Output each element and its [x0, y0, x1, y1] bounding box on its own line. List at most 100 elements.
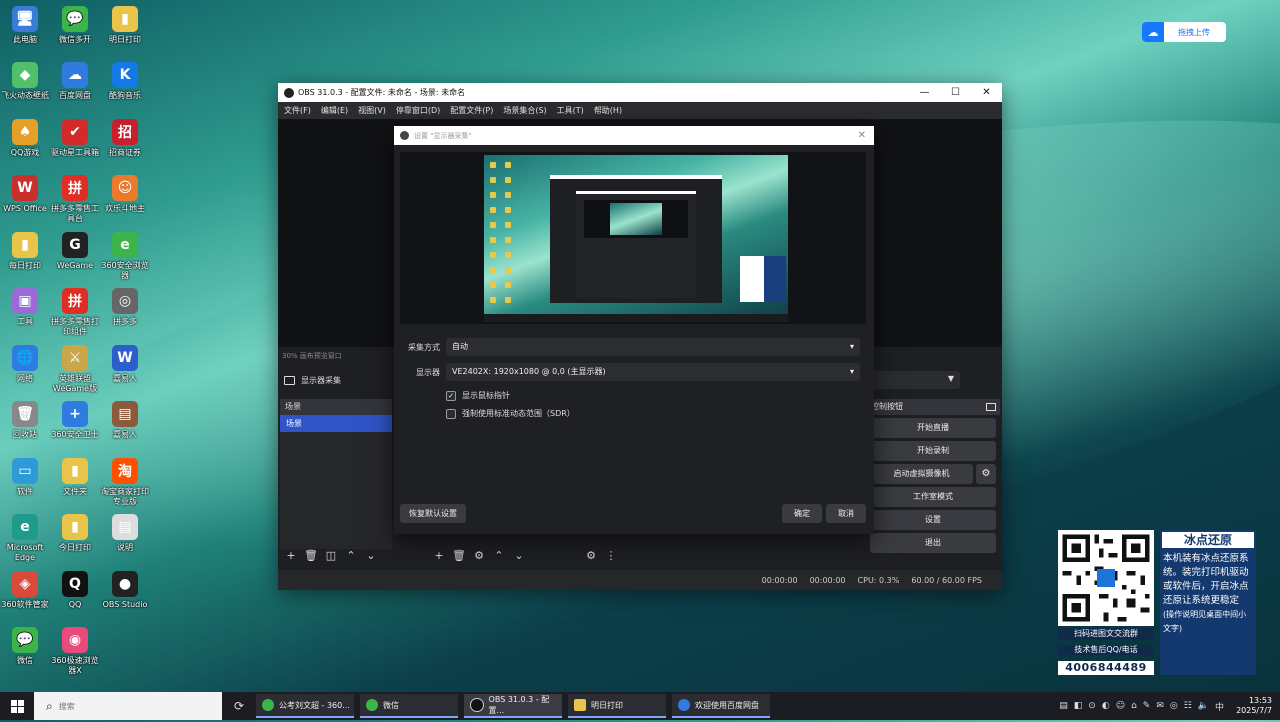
taskbar-app-print[interactable]: 明日打印 [568, 694, 666, 718]
desktop-icon[interactable]: ◉ 360极速浏览器X [48, 627, 102, 676]
taskbar-app-browser[interactable]: 公考刘文超 - 360... [256, 694, 354, 718]
desktop-icon[interactable]: ▮ 文件夹 [48, 458, 102, 497]
close-button[interactable]: ✕ [971, 87, 1002, 98]
undock-icon[interactable] [986, 403, 996, 411]
desktop-icon[interactable]: 招招商证券 [98, 119, 152, 158]
restore-defaults-button[interactable]: 恢复默认设置 [400, 504, 466, 523]
desktop-icon[interactable]: K 酷狗音乐 [98, 62, 152, 101]
filter-icon[interactable]: ◫ [324, 549, 338, 562]
menu-view[interactable]: 视图(V) [358, 105, 386, 116]
exit-button[interactable]: 退出 [870, 533, 996, 553]
start-streaming-button[interactable]: 开始直播 [870, 418, 996, 438]
desktop-icon[interactable]: ◎ 拼多多 [98, 288, 152, 327]
taskbar-app-obs[interactable]: OBS 31.0.3 - 配置... [464, 694, 562, 718]
studio-mode-button[interactable]: 工作室模式 [870, 487, 996, 507]
chevron-up-icon[interactable]: ⌃ [492, 549, 506, 562]
more-icon[interactable]: ⋮ [604, 549, 618, 562]
tray-icon-1[interactable]: ▤ [1059, 701, 1068, 711]
desktop-icon[interactable]: ✔ 驱动星工具箱 [48, 119, 102, 158]
desktop-icon[interactable]: W WPS Office [0, 175, 52, 214]
desktop-icon[interactable]: G WeGame [48, 232, 102, 271]
desktop-icon[interactable]: 淘淘宝商家打印专业版 [98, 458, 152, 507]
tray-icon-5[interactable]: ☺ [1116, 701, 1125, 711]
clock[interactable]: 13:53 2025/7/7 [1236, 696, 1272, 716]
mixer-gear-icon[interactable]: ⚙ [584, 549, 598, 562]
dialog-titlebar[interactable]: 设置 "显示器采集" ✕ [394, 126, 874, 145]
menu-help[interactable]: 帮助(H) [594, 105, 622, 116]
menu-tools[interactable]: 工具(T) [557, 105, 584, 116]
gear-icon[interactable]: ⚙ [472, 549, 486, 562]
minimize-button[interactable]: — [909, 87, 940, 98]
desktop-icon[interactable]: ☁ 百度网盘 [48, 62, 102, 101]
desktop-icon[interactable]: ▮ 今日打印 [48, 514, 102, 553]
desktop-icon[interactable]: ▤ 说明 [98, 514, 152, 553]
desktop-icon[interactable]: e Microsoft Edge [0, 514, 52, 563]
capture-method-select[interactable]: 自动 ▾ [446, 338, 860, 356]
desktop-icon[interactable]: ▭ 软件 [0, 458, 52, 497]
menu-scene-collection[interactable]: 场景集合(S) [503, 105, 546, 116]
tray-icon-2[interactable]: ◧ [1074, 701, 1083, 711]
preview-zoom-label[interactable]: 30% 画布预览窗口 [282, 351, 342, 361]
tray-icon-7[interactable]: ✎ [1143, 701, 1151, 711]
cancel-button[interactable]: 取消 [826, 504, 866, 523]
menu-profile[interactable]: 配置文件(P) [450, 105, 493, 116]
gear-icon[interactable]: ⚙ [976, 464, 996, 484]
desktop-icon[interactable]: 💬 微信 [0, 627, 52, 666]
ok-button[interactable]: 确定 [782, 504, 822, 523]
start-button[interactable] [0, 692, 34, 720]
menu-edit[interactable]: 编辑(E) [321, 105, 348, 116]
chevron-down-icon[interactable]: ⌄ [512, 549, 526, 562]
add-icon[interactable]: + [284, 549, 298, 562]
tray-icon-9[interactable]: ◎ [1170, 701, 1178, 711]
desktop-icon[interactable]: 💬 微信多开 [48, 6, 102, 45]
desktop-icon[interactable]: ◆ 飞火动态壁纸 [0, 62, 52, 101]
desktop-icon[interactable]: ▮ 明日打印 [98, 6, 152, 45]
tray-icon-4[interactable]: ◐ [1102, 701, 1110, 711]
taskbar-app-baidu[interactable]: 欢迎使用百度网盘 [672, 694, 770, 718]
checkbox-checked[interactable]: ✓ [446, 390, 456, 401]
desktop-icon[interactable]: ▤ 嘉易人 [98, 401, 152, 440]
desktop-icon[interactable]: ▣ 工具 [0, 288, 52, 327]
desktop-icon[interactable]: e 360安全浏览器 [98, 232, 152, 281]
add-icon[interactable]: + [432, 549, 446, 562]
desktop-icon[interactable]: 🌐 网络 [0, 345, 52, 384]
desktop-icon[interactable]: 拼拼多多零售打印组件 [48, 288, 102, 337]
desktop-icon[interactable]: ⚔ 英雄联盟WeGame版 [48, 345, 102, 394]
display-select[interactable]: VE2402X: 1920x1080 @ 0,0 (主显示器) ▾ [446, 363, 860, 381]
trash-icon[interactable]: 🗑 [304, 549, 318, 562]
volume-icon[interactable]: 🔈 [1198, 701, 1209, 711]
desktop-icon[interactable]: 拼拼多多零售工具台 [48, 175, 102, 224]
ime-icon[interactable]: 中 [1215, 700, 1224, 713]
transition-dropdown[interactable]: ▼ [870, 371, 960, 389]
chevron-up-icon[interactable]: ⌃ [344, 549, 358, 562]
checkbox-unchecked[interactable] [446, 408, 456, 419]
chevron-down-icon[interactable]: ⌄ [364, 549, 378, 562]
taskbar-search[interactable]: ⌕ 搜索 [34, 692, 222, 720]
desktop-icon[interactable]: 🖥 此电脑 [0, 6, 52, 45]
desktop-icon[interactable]: ● OBS Studio [98, 571, 152, 610]
show-cursor-checkbox[interactable]: ✓ 显示鼠标指针 [446, 390, 510, 401]
virtual-camera-button[interactable]: 启动虚拟摄像机 [870, 464, 973, 484]
desktop-icon[interactable]: 🗑 回收站 [0, 401, 52, 440]
desktop-icon[interactable]: W 嘉易人 [98, 345, 152, 384]
settings-button[interactable]: 设置 [870, 510, 996, 530]
desktop-icon[interactable]: ♠ QQ游戏 [0, 119, 52, 158]
desktop-icon[interactable]: +360安全卫士 [48, 401, 102, 440]
menu-file[interactable]: 文件(F) [284, 105, 311, 116]
desktop-icon[interactable]: ◈ 360软件管家 [0, 571, 52, 610]
close-icon[interactable]: ✕ [858, 130, 866, 141]
task-view-icon[interactable]: ⟳ [228, 699, 250, 713]
wechat-tray-icon[interactable]: ✉ [1156, 701, 1164, 711]
network-icon[interactable]: ☷ [1184, 701, 1192, 711]
desktop-icon[interactable]: ▮ 每日打印 [0, 232, 52, 271]
menu-docks[interactable]: 停靠窗口(D) [396, 105, 440, 116]
desktop-icon[interactable]: ☺ 欢乐斗地主 [98, 175, 152, 214]
trash-icon[interactable]: 🗑 [452, 549, 466, 562]
force-sdr-checkbox[interactable]: 强制使用标准动态范围（SDR） [446, 408, 575, 419]
tray-icon-6[interactable]: ⌂ [1131, 701, 1137, 711]
desktop-icon[interactable]: Q QQ [48, 571, 102, 610]
scene-list-item[interactable]: 场景 [280, 415, 392, 432]
tray-icon-3[interactable]: ⊙ [1088, 701, 1096, 711]
baidu-upload-pill[interactable]: ☁ 拖拽上传 [1142, 22, 1226, 42]
taskbar-app-wechat[interactable]: 微信 [360, 694, 458, 718]
